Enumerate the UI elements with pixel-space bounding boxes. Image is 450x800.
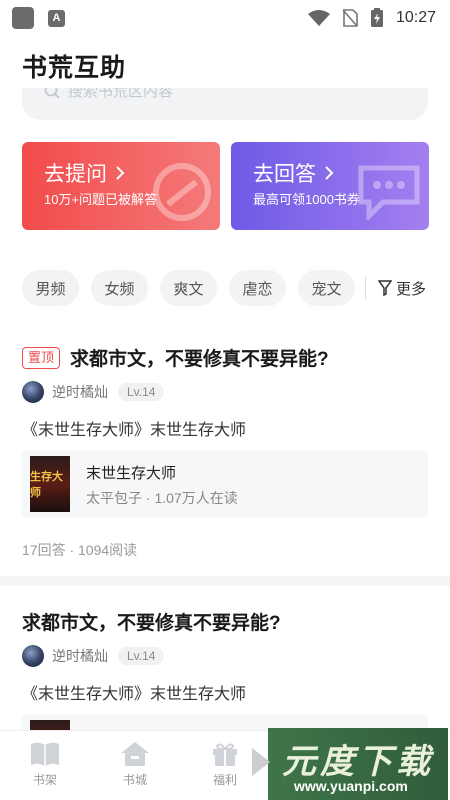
nav-label: 书架 [32,773,57,787]
chip-cool[interactable]: 爽文 [160,270,217,306]
ask-subtitle: 10万+问题已被解答 [44,192,158,207]
author-name[interactable]: 逆时橘灿 [52,382,108,402]
chip-male[interactable]: 男频 [22,270,79,306]
app-notification-icon [12,7,34,29]
book-cover: 生存大师 [30,456,70,512]
book-name: 末世生存大师 [86,465,177,482]
book-icon [31,742,59,766]
post-stats: 17回答 · 1094阅读 [22,542,138,558]
more-filter-button[interactable]: 更多 [378,278,426,299]
book-card[interactable]: 生存大师 末世生存大师 太平包子 · 1.07万人在读 [22,450,428,518]
battery-charging-icon [370,8,383,27]
chevron-right-icon [116,166,125,180]
more-label: 更多 [396,280,427,298]
divider [365,277,366,299]
site-watermark: 元度下载 www.yuanpi.com [252,728,448,800]
chip-sweet[interactable]: 宠文 [298,270,355,306]
nav-label: 书城 [122,773,147,787]
home-icon [121,742,149,766]
search-placeholder: 搜索书荒区内容 [68,88,174,100]
pinned-badge: 置顶 [22,346,61,369]
level-badge: Lv.14 [118,647,165,665]
chip-female[interactable]: 女频 [91,270,148,306]
author-name[interactable]: 逆时橘灿 [52,646,108,666]
clock: 10:27 [395,9,436,26]
post-title[interactable]: 求都市文，不要修真不要异能? [70,344,329,371]
chat-bubble-icon [358,165,420,220]
status-bar: A 10:27 [0,0,450,36]
category-filter: 男频 女频 爽文 虐恋 宠文 更多 [22,270,432,306]
avatar[interactable] [22,645,44,667]
gift-icon [213,743,237,766]
nav-label: 福利 [212,773,237,787]
wifi-icon [307,10,330,26]
section-separator [0,576,450,586]
search-icon [44,88,60,99]
filter-icon [378,280,392,296]
post-title[interactable]: 求都市文，不要修真不要异能? [22,608,281,635]
chevron-right-icon [325,166,334,180]
search-bar[interactable]: 搜索书荒区内容 [22,88,428,120]
level-badge: Lv.14 [118,383,165,401]
page-title: 书荒互助 [22,54,127,82]
question-bubble-icon [153,163,211,221]
avatar[interactable] [22,381,44,403]
post-body: 《末世生存大师》末世生存大师 [22,686,247,703]
watermark-url: www.yuanpi.com [294,778,408,794]
chip-angst[interactable]: 虐恋 [229,270,286,306]
answer-question-card[interactable]: 去回答 最高可领1000书券 [231,142,429,230]
text-notification-icon: A [48,9,65,27]
play-icon [252,748,270,776]
no-sim-icon [342,9,358,27]
book-meta: 太平包子 · 1.07万人在读 [86,490,238,506]
answer-subtitle: 最高可领1000书券 [253,192,360,207]
watermark-title: 元度下载 [282,743,434,781]
ask-title: 去提问 [44,163,107,186]
nav-bookshelf[interactable]: 书架 [0,731,90,800]
ask-question-card[interactable]: 去提问 10万+问题已被解答 [22,142,220,230]
nav-store[interactable]: 书城 [90,731,180,800]
post-body: 《末世生存大师》末世生存大师 [22,422,247,439]
answer-title: 去回答 [253,163,316,186]
